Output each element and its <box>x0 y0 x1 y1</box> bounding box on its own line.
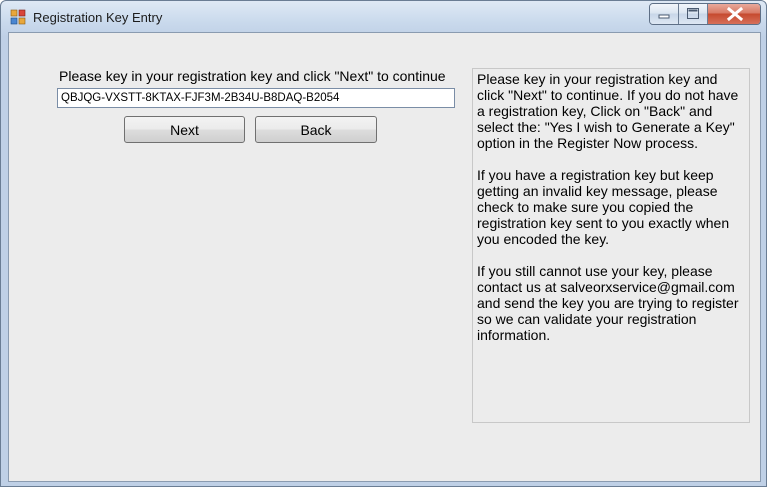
back-button[interactable]: Back <box>255 116 377 143</box>
next-button[interactable]: Next <box>124 116 245 143</box>
instructions-paragraph: Please key in your registration key and … <box>477 71 739 151</box>
dialog-client-area: Please key in your registration key and … <box>8 32 761 482</box>
registration-prompt: Please key in your registration key and … <box>59 68 446 84</box>
maximize-button[interactable] <box>679 4 708 24</box>
window-controls <box>649 3 761 25</box>
title-bar[interactable]: Registration Key Entry <box>1 1 766 33</box>
minimize-button[interactable] <box>650 4 679 24</box>
instructions-panel: Please key in your registration key and … <box>472 68 750 423</box>
application-icon[interactable] <box>10 9 26 25</box>
minimize-icon <box>658 14 670 19</box>
close-icon <box>726 6 744 22</box>
close-button[interactable] <box>708 4 760 24</box>
maximize-icon <box>687 8 699 19</box>
registration-key-input[interactable] <box>57 88 455 108</box>
registration-window: Registration Key Entry Please key in you… <box>0 0 767 487</box>
instructions-paragraph: If you still cannot use your key, please… <box>477 263 739 343</box>
instructions-paragraph: If you have a registration key but keep … <box>477 167 730 247</box>
window-title: Registration Key Entry <box>33 10 163 25</box>
